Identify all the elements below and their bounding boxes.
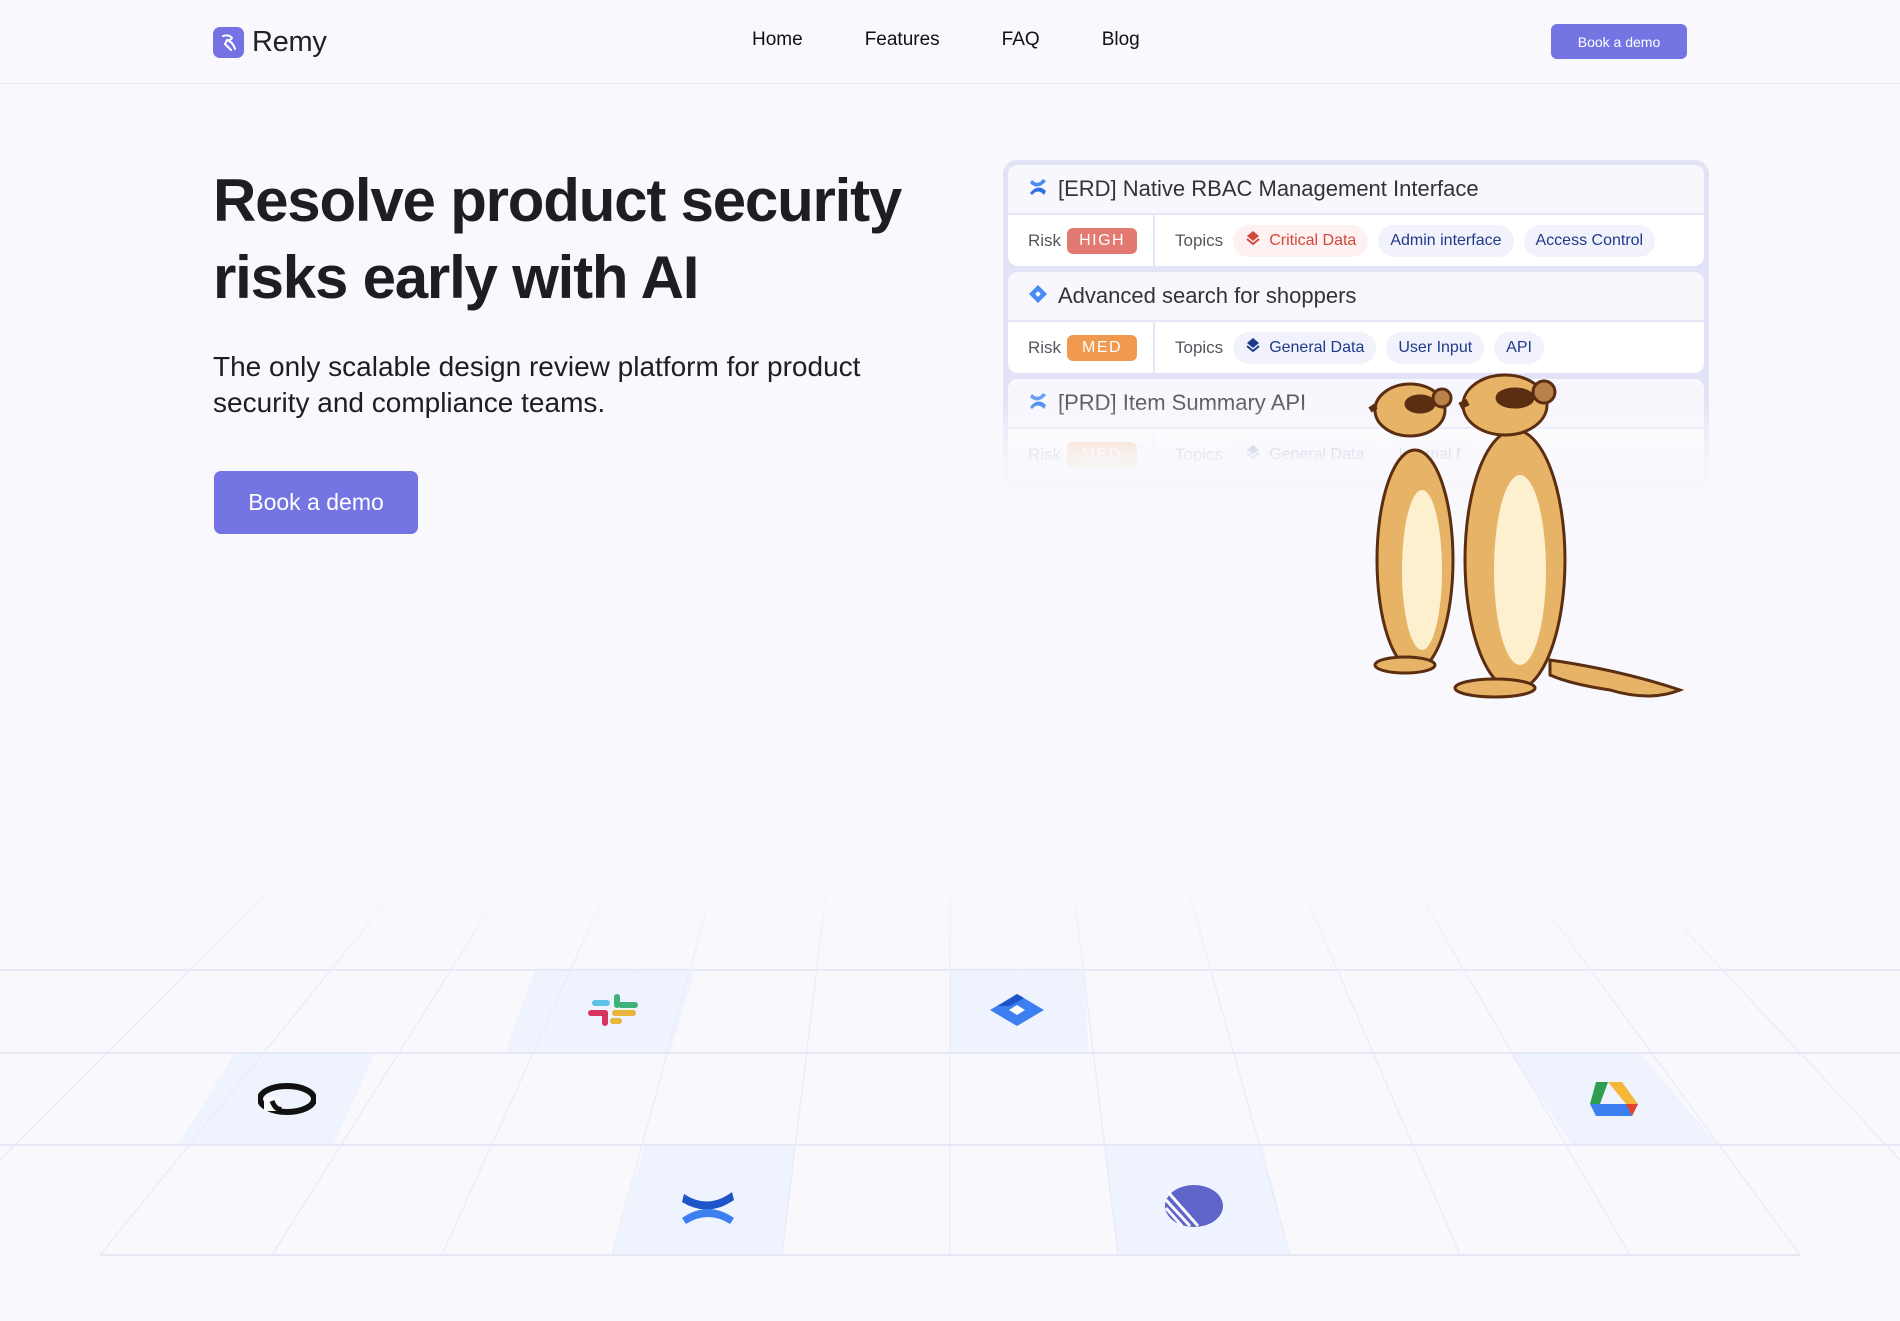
topic-chip[interactable]: General Data [1233, 438, 1377, 471]
topic-chip[interactable]: Admin interface [1378, 224, 1514, 257]
meerkat-front [1453, 373, 1685, 699]
nav-link-features[interactable]: Features [865, 29, 940, 51]
card-header: [ERD] Native RBAC Management Interface [1008, 165, 1704, 215]
layers-icon [1245, 444, 1261, 465]
topic-chip[interactable]: Critical Data [1233, 224, 1369, 257]
risk-badge: MED [1067, 441, 1138, 468]
nav-link-faq[interactable]: FAQ [1002, 29, 1040, 51]
topic-chip[interactable]: User Input [1386, 331, 1485, 364]
topic-chip-label: Critical Data [1269, 231, 1357, 249]
topic-chip-label: API [1506, 338, 1532, 356]
integrations-grid [0, 859, 1900, 1260]
jira-icon [990, 994, 1044, 1026]
topics-label: Topics [1175, 444, 1224, 464]
linear-icon [1164, 1185, 1223, 1228]
meerkat-back [1368, 382, 1455, 675]
perspective-grid [0, 859, 1900, 1260]
jira-icon [1028, 284, 1048, 309]
topics-label: Topics [1175, 337, 1224, 357]
nav-link-blog[interactable]: Blog [1102, 29, 1140, 51]
topic-chip-label: User Input [1398, 338, 1473, 356]
card-header: Advanced search for shoppers [1008, 272, 1704, 322]
confluence-icon [682, 1192, 734, 1224]
card-title: [PRD] Item Summary API [1058, 390, 1307, 415]
remy-logo-icon [213, 27, 244, 58]
review-card[interactable]: Advanced search for shoppers Risk MED To… [1008, 272, 1704, 373]
brand-name: Remy [252, 26, 327, 58]
nav-links: Home Features FAQ Blog [752, 29, 1202, 51]
hero-book-demo-button[interactable]: Book a demo [214, 471, 418, 534]
risk-cell: Risk HIGH [1008, 215, 1155, 266]
risk-label: Risk [1028, 230, 1062, 250]
topic-chip-label: Admin interface [1390, 231, 1502, 249]
risk-badge: MED [1067, 334, 1138, 361]
risk-cell: Risk MED [1008, 322, 1155, 373]
confluence-icon [1028, 391, 1048, 416]
topics-label: Topics [1175, 230, 1224, 250]
topic-chip-label: Access Control [1535, 231, 1644, 249]
card-body: Risk MED Topics General Data User Input … [1008, 322, 1704, 373]
risk-label: Risk [1028, 337, 1062, 357]
topic-chip-label: General Data [1269, 338, 1365, 356]
topic-chip[interactable]: API [1494, 331, 1544, 364]
topic-chip[interactable]: Access Control [1523, 224, 1656, 257]
risk-badge: HIGH [1067, 227, 1138, 254]
topic-chip[interactable]: General Data [1233, 331, 1377, 364]
top-nav: Remy Home Features FAQ Blog Book a demo [0, 0, 1900, 84]
nav-book-demo-button[interactable]: Book a demo [1551, 24, 1687, 59]
topics-cell: Topics General Data User Input API [1155, 331, 1544, 364]
hero-title: Resolve product security risks early wit… [213, 167, 902, 311]
confluence-icon [1028, 177, 1048, 202]
google-drive-icon [1590, 1082, 1638, 1116]
hero-subtitle: The only scalable design review platform… [213, 351, 861, 418]
layers-icon [1245, 337, 1261, 358]
github-icon [258, 1083, 316, 1115]
review-card[interactable]: [ERD] Native RBAC Management Interface R… [1008, 165, 1704, 266]
nav-link-home[interactable]: Home [752, 29, 803, 51]
meerkats-illustration [1368, 373, 1685, 699]
layers-icon [1245, 230, 1261, 251]
topics-cell: Topics Critical Data Admin interface Acc… [1155, 224, 1656, 257]
topic-chip-label: General Data [1269, 445, 1365, 463]
brand-logo[interactable]: Remy [213, 26, 327, 59]
slack-icon [588, 994, 638, 1026]
card-title: [ERD] Native RBAC Management Interface [1058, 176, 1479, 201]
card-body: Risk HIGH Topics Critical Data Admin int… [1008, 215, 1704, 266]
risk-label: Risk [1028, 444, 1062, 464]
card-title: Advanced search for shoppers [1058, 283, 1357, 308]
risk-cell: Risk MED [1008, 429, 1155, 480]
